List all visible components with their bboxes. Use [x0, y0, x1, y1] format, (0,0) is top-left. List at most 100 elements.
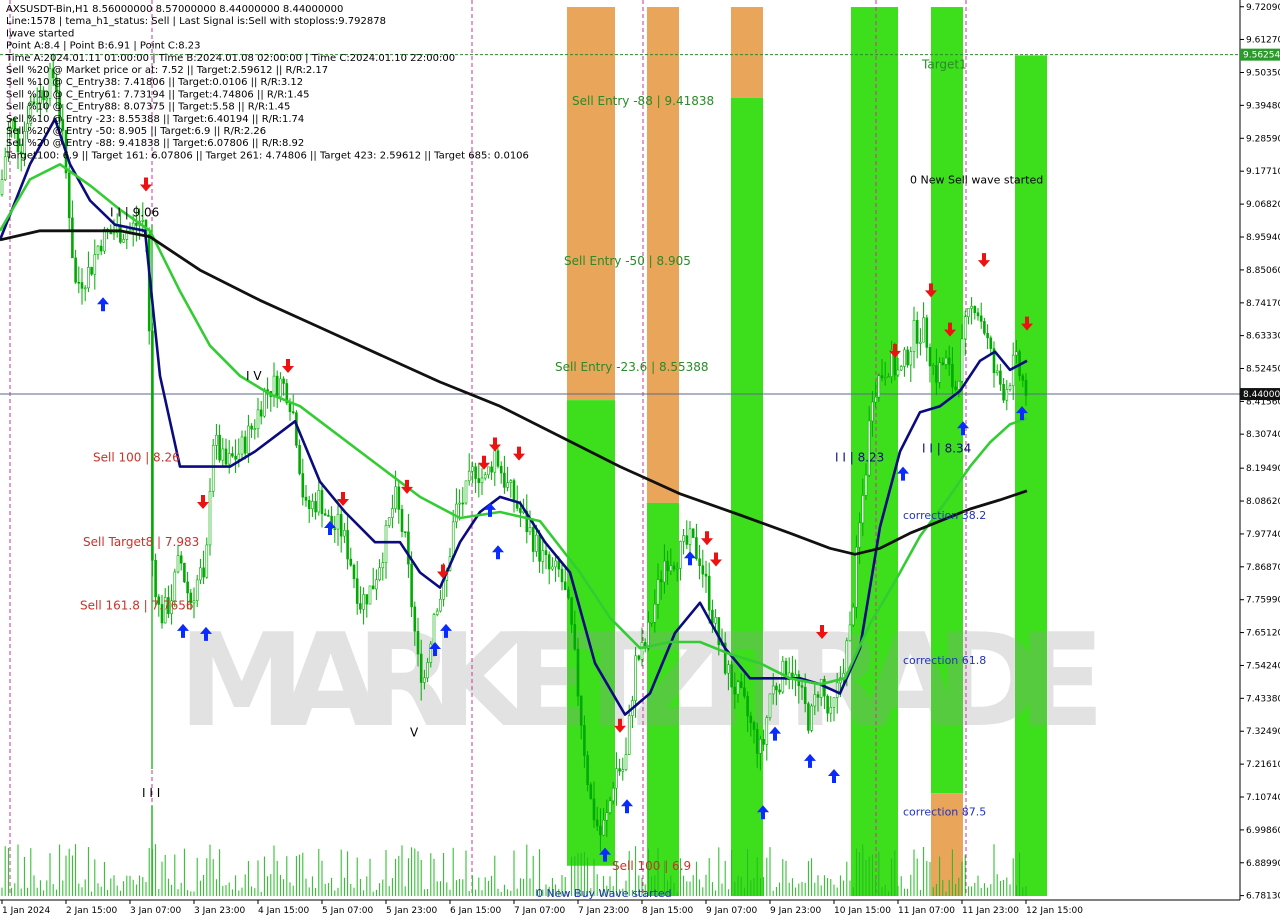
y-tick-label: 9.28590: [1246, 134, 1280, 144]
zone-orange: [731, 7, 763, 98]
candle-body: [407, 531, 410, 565]
candle-body: [208, 490, 212, 546]
chart-label: 0 New Buy Wave started: [536, 887, 672, 900]
candle-body: [647, 621, 650, 649]
candle-body: [912, 320, 916, 352]
candle-body: [659, 579, 663, 583]
candle-body: [538, 534, 541, 562]
candle-body: [173, 571, 177, 602]
candle-body: [810, 705, 813, 731]
candle-body: [304, 496, 308, 501]
info-line: Sell %20 @ Market price or at: 7.52 || T…: [6, 65, 328, 76]
candle-body: [653, 603, 657, 623]
y-tick-label: 8.30740: [1246, 430, 1280, 440]
x-tick-label: 4 Jan 15:00: [258, 906, 310, 916]
chart-label: Sell Entry -88 | 9.41838: [572, 94, 714, 108]
candle-body: [490, 466, 493, 473]
price-chart: MARKETZITRADE Sell Entry -88 | 9.41838 Se…: [0, 0, 1280, 920]
candle-body: [551, 566, 554, 570]
candle-body: [669, 565, 673, 572]
candle-body: [656, 579, 660, 605]
candle-body: [695, 537, 698, 560]
candle-body: [554, 560, 557, 568]
candle-body: [119, 224, 122, 243]
candle-body: [531, 527, 535, 552]
x-tick-label: 11 Jan 07:00: [898, 906, 955, 916]
candle-body: [621, 769, 625, 772]
candle-body: [931, 365, 935, 367]
x-tick-label: 6 Jan 15:00: [450, 906, 502, 916]
candle-body: [403, 531, 407, 533]
info-line: Sell %10 @ Entry -23: 8.55388 || Target:…: [6, 114, 304, 125]
candle-body: [544, 550, 548, 555]
candle-body: [458, 502, 461, 505]
candle-body: [925, 317, 929, 348]
candle-body: [205, 544, 209, 578]
current-price-tag-label: 8.44000: [1243, 390, 1280, 400]
candle-body: [83, 287, 87, 290]
candle-body: [179, 555, 183, 564]
candle-body: [605, 812, 609, 821]
x-tick-label: 1 Jan 2024: [2, 906, 50, 916]
candle-body: [240, 436, 244, 455]
candle-body: [979, 315, 983, 322]
watermark-text: MARKETZITRADE: [178, 607, 1103, 756]
candle-body: [87, 267, 90, 289]
candle-body: [711, 609, 714, 624]
candle-body: [1024, 379, 1028, 396]
candle-body: [435, 610, 439, 615]
y-tick-label: 8.63330: [1246, 332, 1280, 342]
y-tick-label: 6.78130: [1246, 892, 1280, 902]
candle-body: [903, 349, 906, 367]
info-line: Sell %20 @ Entry -88: 9.41838 || Target:…: [6, 138, 304, 149]
x-tick-label: 7 Jan 07:00: [514, 906, 566, 916]
y-tick-label: 8.95940: [1246, 233, 1280, 243]
candle-body: [947, 357, 951, 365]
candle-body: [557, 560, 561, 570]
candle-body: [419, 653, 423, 683]
y-tick-label: 7.32490: [1246, 727, 1280, 737]
y-tick-label: 8.52450: [1246, 365, 1280, 375]
candle-body: [336, 514, 340, 530]
candle-body: [637, 655, 641, 660]
y-tick-label: 9.50350: [1246, 68, 1280, 78]
candle-body: [243, 436, 247, 454]
candle-body: [563, 581, 567, 590]
candle-body: [883, 377, 887, 379]
candle-body: [618, 768, 621, 772]
candle-body: [202, 567, 205, 578]
candle-body: [506, 482, 509, 488]
y-tick-label: 9.39480: [1246, 101, 1280, 111]
candle-body: [871, 401, 874, 422]
y-tick-label: 7.54240: [1246, 661, 1280, 671]
candle-body: [71, 217, 74, 259]
candle-body: [807, 703, 810, 731]
candle-body: [733, 686, 737, 695]
candle-body: [359, 603, 362, 610]
y-tick-label: 7.75990: [1246, 596, 1280, 606]
candle-body: [765, 717, 769, 745]
candle-body: [394, 486, 397, 509]
candle-body: [727, 664, 730, 674]
candle-body: [541, 550, 545, 562]
candle-body: [234, 455, 237, 460]
candle-body: [586, 755, 589, 785]
chart-label: Sell 100 | 8.26: [93, 451, 180, 465]
candle-body: [739, 681, 743, 689]
chart-label: I I | 8.23: [835, 451, 884, 465]
y-tick-label: 7.21610: [1246, 760, 1280, 770]
candle-body: [272, 375, 276, 397]
candle-body: [848, 624, 852, 642]
candle-body: [279, 378, 282, 398]
candle-body: [1015, 351, 1018, 356]
candle-body: [704, 573, 708, 577]
candle-body: [906, 349, 909, 366]
zone-orange: [567, 7, 615, 401]
candle-body: [983, 321, 986, 334]
candle-body: [624, 754, 628, 770]
y-tick-label: 7.97740: [1246, 530, 1280, 540]
candle-body: [813, 694, 817, 707]
candle-body: [640, 642, 644, 660]
y-tick-label: 9.61270: [1246, 35, 1280, 45]
candle-body: [381, 562, 385, 569]
